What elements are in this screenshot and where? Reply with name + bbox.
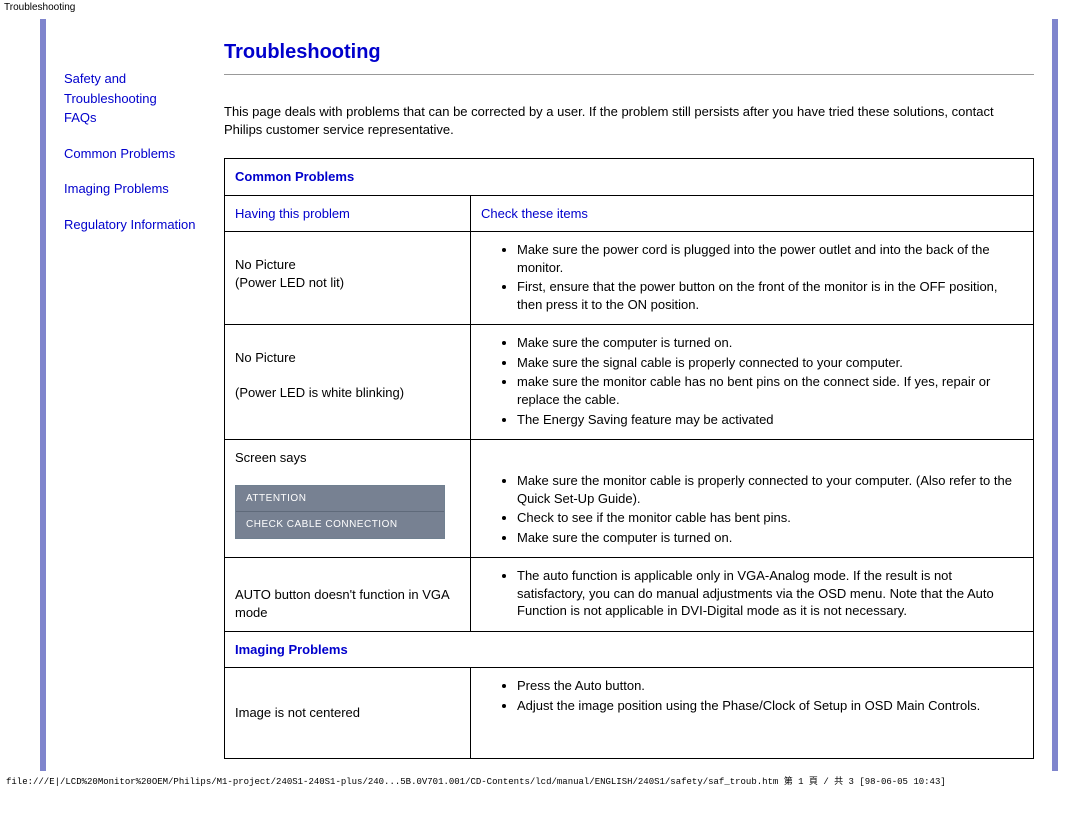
check-item: Make sure the computer is turned on. <box>517 529 1023 547</box>
attention-message: CHECK CABLE CONNECTION <box>236 512 444 538</box>
table-row: AUTO button doesn't function in VGA mode… <box>225 558 1034 632</box>
main-content: Troubleshooting This page deals with pro… <box>216 19 1052 759</box>
sidebar-link-faqs[interactable]: FAQs <box>64 110 97 125</box>
check-item: Make sure the monitor cable is properly … <box>517 472 1023 507</box>
page-frame: Safety and Troubleshooting FAQs Common P… <box>40 19 1058 771</box>
check-item: The auto function is applicable only in … <box>517 567 1023 620</box>
table-row: No Picture (Power LED is white blinking)… <box>225 325 1034 440</box>
problem-cell: No Picture (Power LED is white blinking) <box>225 325 471 440</box>
problem-text: No Picture <box>235 350 296 365</box>
checks-cell: Make sure the power cord is plugged into… <box>471 232 1034 325</box>
column-header-problem: Having this problem <box>225 195 471 232</box>
sidebar-link-imaging-problems[interactable]: Imaging Problems <box>64 181 169 196</box>
attention-label: ATTENTION <box>236 486 444 513</box>
sidebar-link-regulatory[interactable]: Regulatory Information <box>64 217 196 232</box>
problem-text: Image is not centered <box>235 705 360 720</box>
problem-cell: Image is not centered <box>225 668 471 759</box>
sidebar: Safety and Troubleshooting FAQs Common P… <box>46 19 216 759</box>
sidebar-link-common-problems[interactable]: Common Problems <box>64 146 175 161</box>
footer-file-path: file:///E|/LCD%20Monitor%20OEM/Philips/M… <box>0 771 1080 793</box>
table-row: Image is not centered Press the Auto but… <box>225 668 1034 759</box>
troubleshooting-table: Common Problems Having this problem Chec… <box>224 158 1034 759</box>
table-row: Screen says ATTENTION CHECK CABLE CONNEC… <box>225 440 1034 558</box>
checks-cell: The auto function is applicable only in … <box>471 558 1034 632</box>
check-item: The Energy Saving feature may be activat… <box>517 411 1023 429</box>
checks-cell: Make sure the monitor cable is properly … <box>471 440 1034 558</box>
section-header-imaging: Imaging Problems <box>225 631 1034 668</box>
check-item: Adjust the image position using the Phas… <box>517 697 1023 715</box>
section-header-common: Common Problems <box>225 159 1034 196</box>
problem-cell: AUTO button doesn't function in VGA mode <box>225 558 471 632</box>
check-item: Check to see if the monitor cable has be… <box>517 509 1023 527</box>
problem-text: Screen says <box>235 450 307 465</box>
attention-box: ATTENTION CHECK CABLE CONNECTION <box>235 485 445 539</box>
checks-cell: Make sure the computer is turned on. Mak… <box>471 325 1034 440</box>
check-item: Make sure the computer is turned on. <box>517 334 1023 352</box>
check-item: Make sure the signal cable is properly c… <box>517 354 1023 372</box>
column-header-checks: Check these items <box>471 195 1034 232</box>
check-item: Make sure the power cord is plugged into… <box>517 241 1023 276</box>
divider <box>224 74 1034 75</box>
checks-cell: Press the Auto button. Adjust the image … <box>471 668 1034 759</box>
problem-cell: Screen says ATTENTION CHECK CABLE CONNEC… <box>225 440 471 558</box>
check-item: make sure the monitor cable has no bent … <box>517 373 1023 408</box>
problem-cell: No Picture (Power LED not lit) <box>225 232 471 325</box>
document-header-title: Troubleshooting <box>0 0 1080 19</box>
page-heading: Troubleshooting <box>224 41 1034 64</box>
intro-paragraph: This page deals with problems that can b… <box>224 103 1034 138</box>
problem-subtext: (Power LED is white blinking) <box>235 385 404 400</box>
problem-subtext: (Power LED not lit) <box>235 275 344 290</box>
check-item: Press the Auto button. <box>517 677 1023 695</box>
problem-text: AUTO button doesn't function in VGA mode <box>235 587 449 620</box>
check-item: First, ensure that the power button on t… <box>517 278 1023 313</box>
sidebar-link-safety[interactable]: Safety and Troubleshooting <box>64 71 157 106</box>
problem-text: No Picture <box>235 257 296 272</box>
table-row: No Picture (Power LED not lit) Make sure… <box>225 232 1034 325</box>
